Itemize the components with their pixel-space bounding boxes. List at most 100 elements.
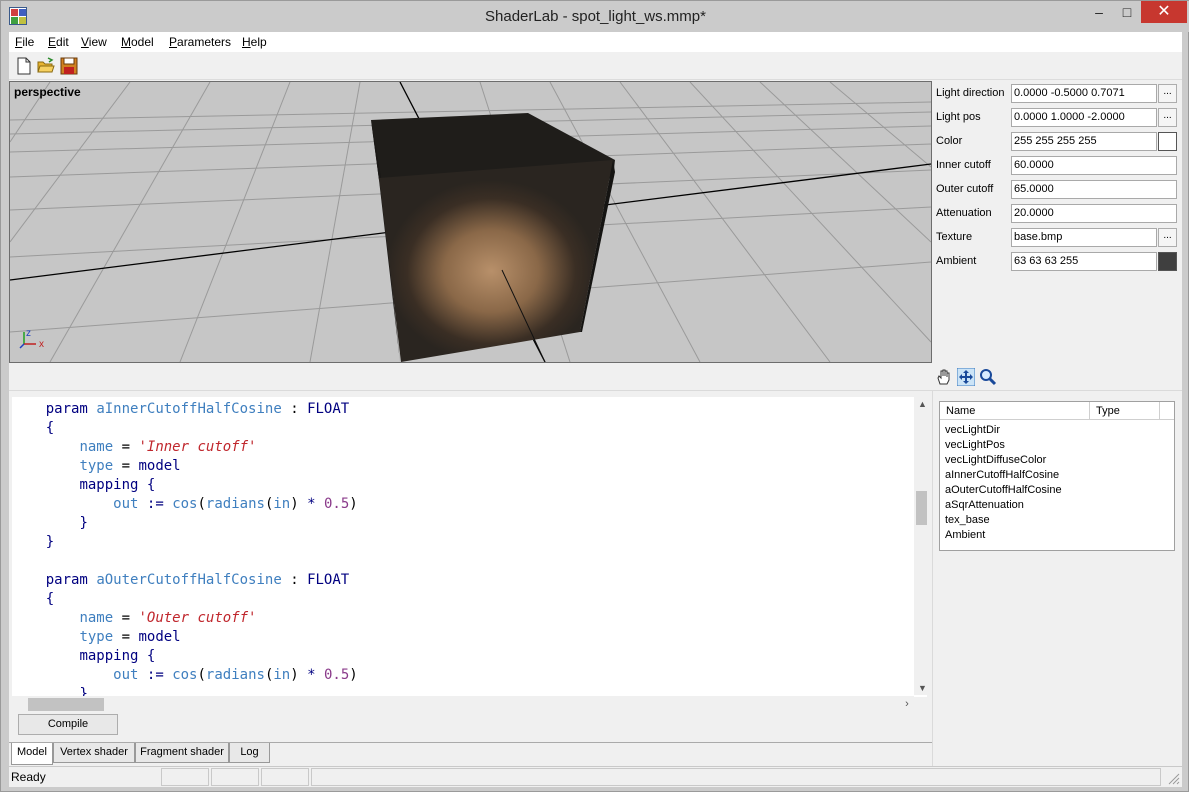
code-editor[interactable]: param aInnerCutoffHalfCosine : FLOAT { n…	[12, 397, 927, 697]
compile-button[interactable]: Compile	[18, 714, 118, 735]
status-cell	[261, 768, 309, 786]
close-button[interactable]: ✕	[1141, 1, 1187, 23]
scroll-down-icon[interactable]: ▼	[914, 681, 927, 695]
code-line: name = 'Inner cutoff'	[12, 438, 912, 457]
menu-help[interactable]: Help	[242, 35, 267, 49]
light-pos-field[interactable]: 0.0000 1.0000 -2.0000	[1011, 108, 1157, 127]
code-line: param aInnerCutoffHalfCosine : FLOAT	[12, 400, 912, 419]
tab-model[interactable]: Model	[11, 743, 53, 765]
open-folder-icon[interactable]	[37, 57, 55, 75]
code-token: out	[113, 667, 139, 683]
light-direction-field[interactable]: 0.0000 -0.5000 0.7071	[1011, 84, 1157, 103]
save-disk-icon[interactable]	[60, 57, 78, 75]
menu-parameters[interactable]: Parameters	[169, 35, 231, 49]
inner-cutoff-field[interactable]: 60.0000	[1011, 156, 1177, 175]
rotate-arrows-icon[interactable]	[957, 368, 975, 386]
viewport-label: perspective	[14, 85, 81, 99]
editor-vertical-scrollbar[interactable]: ▲ ▼	[914, 397, 927, 695]
code-line: mapping {	[12, 476, 912, 495]
parameter-list[interactable]: Name Type vecLightDir vecLightPos vecLig…	[939, 401, 1175, 551]
code-token: 'Inner cutoff'	[138, 439, 257, 455]
list-item[interactable]: aInnerCutoffHalfCosine	[945, 469, 1059, 481]
client-area: File Edit View Model Parameters Help z x…	[9, 32, 1182, 787]
code-token: radians	[205, 496, 265, 512]
status-cell	[311, 768, 1161, 786]
code-token: param	[45, 401, 88, 417]
ambient-field[interactable]: 63 63 63 255	[1011, 252, 1157, 271]
tab-fragment-shader[interactable]: Fragment shader	[135, 743, 229, 763]
list-item[interactable]: Ambient	[945, 529, 985, 541]
code-token: name	[79, 439, 114, 455]
code-token: }	[45, 534, 55, 550]
ambient-swatch[interactable]	[1158, 252, 1177, 271]
texture-browse-button[interactable]: ...	[1158, 228, 1177, 247]
vertical-splitter[interactable]	[932, 391, 938, 766]
zoom-magnifier-icon[interactable]	[979, 368, 997, 386]
scene-render: z x	[10, 82, 931, 362]
minimize-button[interactable]: –	[1085, 1, 1113, 23]
vertical-scroll-thumb[interactable]	[916, 491, 927, 525]
code-token: 0.5	[323, 496, 350, 512]
column-header-type[interactable]: Type	[1096, 405, 1120, 417]
prop-label: Outer cutoff	[936, 183, 994, 195]
list-item[interactable]: aOuterCutoffHalfCosine	[945, 484, 1062, 496]
outer-cutoff-field[interactable]: 65.0000	[1011, 180, 1177, 199]
prop-row-light-pos: Light pos 0.0000 1.0000 -2.0000 ...	[932, 106, 1182, 128]
axis-z-label: z	[26, 328, 31, 339]
menu-model[interactable]: Model	[121, 35, 154, 49]
resize-grip-icon[interactable]	[1168, 773, 1180, 785]
code-token: :	[290, 401, 299, 417]
light-pos-browse-button[interactable]: ...	[1158, 108, 1177, 127]
tab-vertex-shader[interactable]: Vertex shader	[53, 743, 135, 763]
editor-horizontal-scrollbar[interactable]: ›	[12, 696, 914, 713]
hand-pan-icon[interactable]	[935, 368, 953, 386]
code-line: type = model	[12, 457, 912, 476]
menu-view[interactable]: View	[81, 35, 107, 49]
code-token: :=	[146, 667, 164, 683]
light-direction-browse-button[interactable]: ...	[1158, 84, 1177, 103]
code-token: model	[138, 458, 181, 474]
code-token: =	[121, 458, 131, 474]
horizontal-scroll-thumb[interactable]	[28, 698, 104, 711]
title-bar[interactable]: ShaderLab - spot_light_ws.mmp* – □ ✕	[1, 1, 1189, 32]
prop-row-light-direction: Light direction 0.0000 -0.5000 0.7071 ..…	[932, 82, 1182, 104]
scroll-right-icon[interactable]: ›	[900, 696, 914, 713]
code-token: {	[45, 420, 55, 436]
prop-label: Texture	[936, 231, 973, 243]
list-item[interactable]: vecLightDiffuseColor	[945, 454, 1046, 466]
menu-edit[interactable]: Edit	[48, 35, 69, 49]
code-text[interactable]: param aInnerCutoffHalfCosine : FLOAT { n…	[12, 397, 912, 697]
list-item[interactable]: tex_base	[945, 514, 990, 526]
list-item[interactable]: vecLightPos	[945, 439, 1005, 451]
attenuation-field[interactable]: 20.0000	[1011, 204, 1177, 223]
menu-file[interactable]: File	[15, 35, 34, 49]
status-bar: Ready	[9, 766, 1182, 787]
code-token: }	[79, 515, 88, 531]
code-line: param aOuterCutoffHalfCosine : FLOAT	[12, 571, 912, 590]
list-item[interactable]: vecLightDir	[945, 424, 1000, 436]
3d-viewport[interactable]: z x perspective	[9, 81, 932, 363]
prop-label: Attenuation	[936, 207, 992, 219]
prop-row-outer-cutoff: Outer cutoff 65.0000	[932, 178, 1182, 200]
tab-log[interactable]: Log	[229, 743, 270, 763]
window-title: ShaderLab - spot_light_ws.mmp*	[485, 8, 706, 25]
list-item[interactable]: aSqrAttenuation	[945, 499, 1024, 511]
code-token: name	[79, 610, 114, 626]
color-swatch[interactable]	[1158, 132, 1177, 151]
code-token: FLOAT	[307, 401, 350, 417]
texture-field[interactable]: base.bmp	[1011, 228, 1157, 247]
code-token: =	[121, 439, 131, 455]
horizontal-splitter[interactable]	[9, 363, 1182, 391]
new-file-icon[interactable]	[15, 57, 33, 75]
code-line: {	[12, 419, 912, 438]
code-token: type	[79, 458, 114, 474]
color-field[interactable]: 255 255 255 255	[1011, 132, 1157, 151]
code-line: out := cos(radians(in) * 0.5)	[113, 667, 358, 683]
prop-label: Color	[936, 135, 963, 147]
column-header-name[interactable]: Name	[946, 405, 975, 417]
maximize-button[interactable]: □	[1113, 1, 1141, 23]
editor-tabs: Model Vertex shader Fragment shader Log	[9, 742, 932, 765]
code-token: cos	[172, 667, 198, 683]
scroll-up-icon[interactable]: ▲	[914, 397, 927, 411]
